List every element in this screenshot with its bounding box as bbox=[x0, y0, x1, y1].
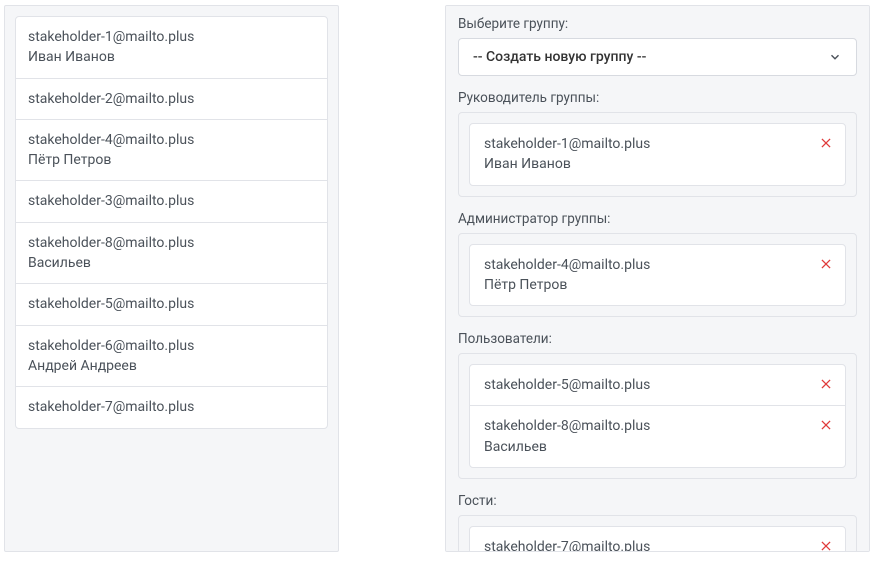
user-email: stakeholder-2@mailto.plus bbox=[28, 89, 315, 109]
user-name: Васильев bbox=[484, 437, 805, 457]
user-name: Васильев bbox=[28, 253, 315, 273]
users-slot[interactable]: stakeholder-5@mailto.plus stakeholder-8@m… bbox=[458, 353, 857, 479]
remove-admin-button[interactable] bbox=[817, 255, 835, 273]
users-label: Пользователи: bbox=[458, 331, 857, 347]
user-email: stakeholder-7@mailto.plus bbox=[28, 397, 315, 417]
user-name: Пётр Петров bbox=[28, 150, 315, 170]
source-user-item[interactable]: stakeholder-5@mailto.plus bbox=[16, 283, 327, 324]
user-name: Иван Иванов bbox=[28, 47, 315, 67]
leader-slot[interactable]: stakeholder-1@mailto.plus Иван Иванов bbox=[458, 112, 857, 197]
source-user-item[interactable]: stakeholder-3@mailto.plus bbox=[16, 180, 327, 221]
user-item: stakeholder-8@mailto.plusВасильев bbox=[469, 405, 846, 468]
admin-item: stakeholder-4@mailto.plus Пётр Петров bbox=[469, 244, 846, 307]
group-select-value: -- Создать новую группу -- bbox=[473, 49, 646, 65]
leader-item: stakeholder-1@mailto.plus Иван Иванов bbox=[469, 123, 846, 186]
user-email: stakeholder-6@mailto.plus bbox=[28, 336, 315, 356]
source-user-item[interactable]: stakeholder-1@mailto.plusИван Иванов bbox=[16, 17, 327, 78]
source-user-item[interactable]: stakeholder-4@mailto.plusПётр Петров bbox=[16, 119, 327, 181]
user-name: Андрей Андреев bbox=[28, 356, 315, 376]
guests-label: Гости: bbox=[458, 493, 857, 509]
source-user-item[interactable]: stakeholder-8@mailto.plusВасильев bbox=[16, 222, 327, 284]
source-user-item[interactable]: stakeholder-7@mailto.plus bbox=[16, 386, 327, 427]
leader-label: Руководитель группы: bbox=[458, 90, 857, 106]
admin-slot[interactable]: stakeholder-4@mailto.plus Пётр Петров bbox=[458, 233, 857, 318]
user-email: stakeholder-4@mailto.plus bbox=[28, 130, 315, 150]
select-group-label: Выберите группу: bbox=[458, 16, 857, 32]
remove-guest-button[interactable] bbox=[817, 537, 835, 552]
remove-user-button[interactable] bbox=[817, 375, 835, 393]
user-email: stakeholder-1@mailto.plus bbox=[28, 27, 315, 47]
leader-name: Иван Иванов bbox=[484, 154, 805, 174]
chevron-down-icon bbox=[828, 50, 842, 64]
user-email: stakeholder-5@mailto.plus bbox=[484, 375, 805, 395]
group-config-panel[interactable]: Выберите группу: -- Создать новую группу… bbox=[445, 5, 870, 552]
source-user-list: stakeholder-1@mailto.plusИван Ивановstak… bbox=[15, 16, 328, 429]
admin-name: Пётр Петров bbox=[484, 275, 805, 295]
user-email: stakeholder-8@mailto.plus bbox=[484, 416, 805, 436]
guest-email: stakeholder-7@mailto.plus bbox=[484, 537, 805, 552]
admin-label: Администратор группы: bbox=[458, 211, 857, 227]
guests-slot[interactable]: stakeholder-7@mailto.plus bbox=[458, 515, 857, 552]
source-user-item[interactable]: stakeholder-2@mailto.plus bbox=[16, 78, 327, 119]
user-email: stakeholder-3@mailto.plus bbox=[28, 191, 315, 211]
source-user-item[interactable]: stakeholder-6@mailto.plusАндрей Андреев bbox=[16, 325, 327, 387]
admin-email: stakeholder-4@mailto.plus bbox=[484, 255, 805, 275]
user-item: stakeholder-5@mailto.plus bbox=[469, 364, 846, 406]
group-select[interactable]: -- Создать новую группу -- bbox=[458, 38, 857, 76]
user-email: stakeholder-8@mailto.plus bbox=[28, 233, 315, 253]
remove-leader-button[interactable] bbox=[817, 134, 835, 152]
user-email: stakeholder-5@mailto.plus bbox=[28, 294, 315, 314]
leader-email: stakeholder-1@mailto.plus bbox=[484, 134, 805, 154]
guest-item: stakeholder-7@mailto.plus bbox=[469, 526, 846, 552]
remove-user-button[interactable] bbox=[817, 416, 835, 434]
source-users-panel[interactable]: stakeholder-1@mailto.plusИван Ивановstak… bbox=[4, 5, 339, 552]
